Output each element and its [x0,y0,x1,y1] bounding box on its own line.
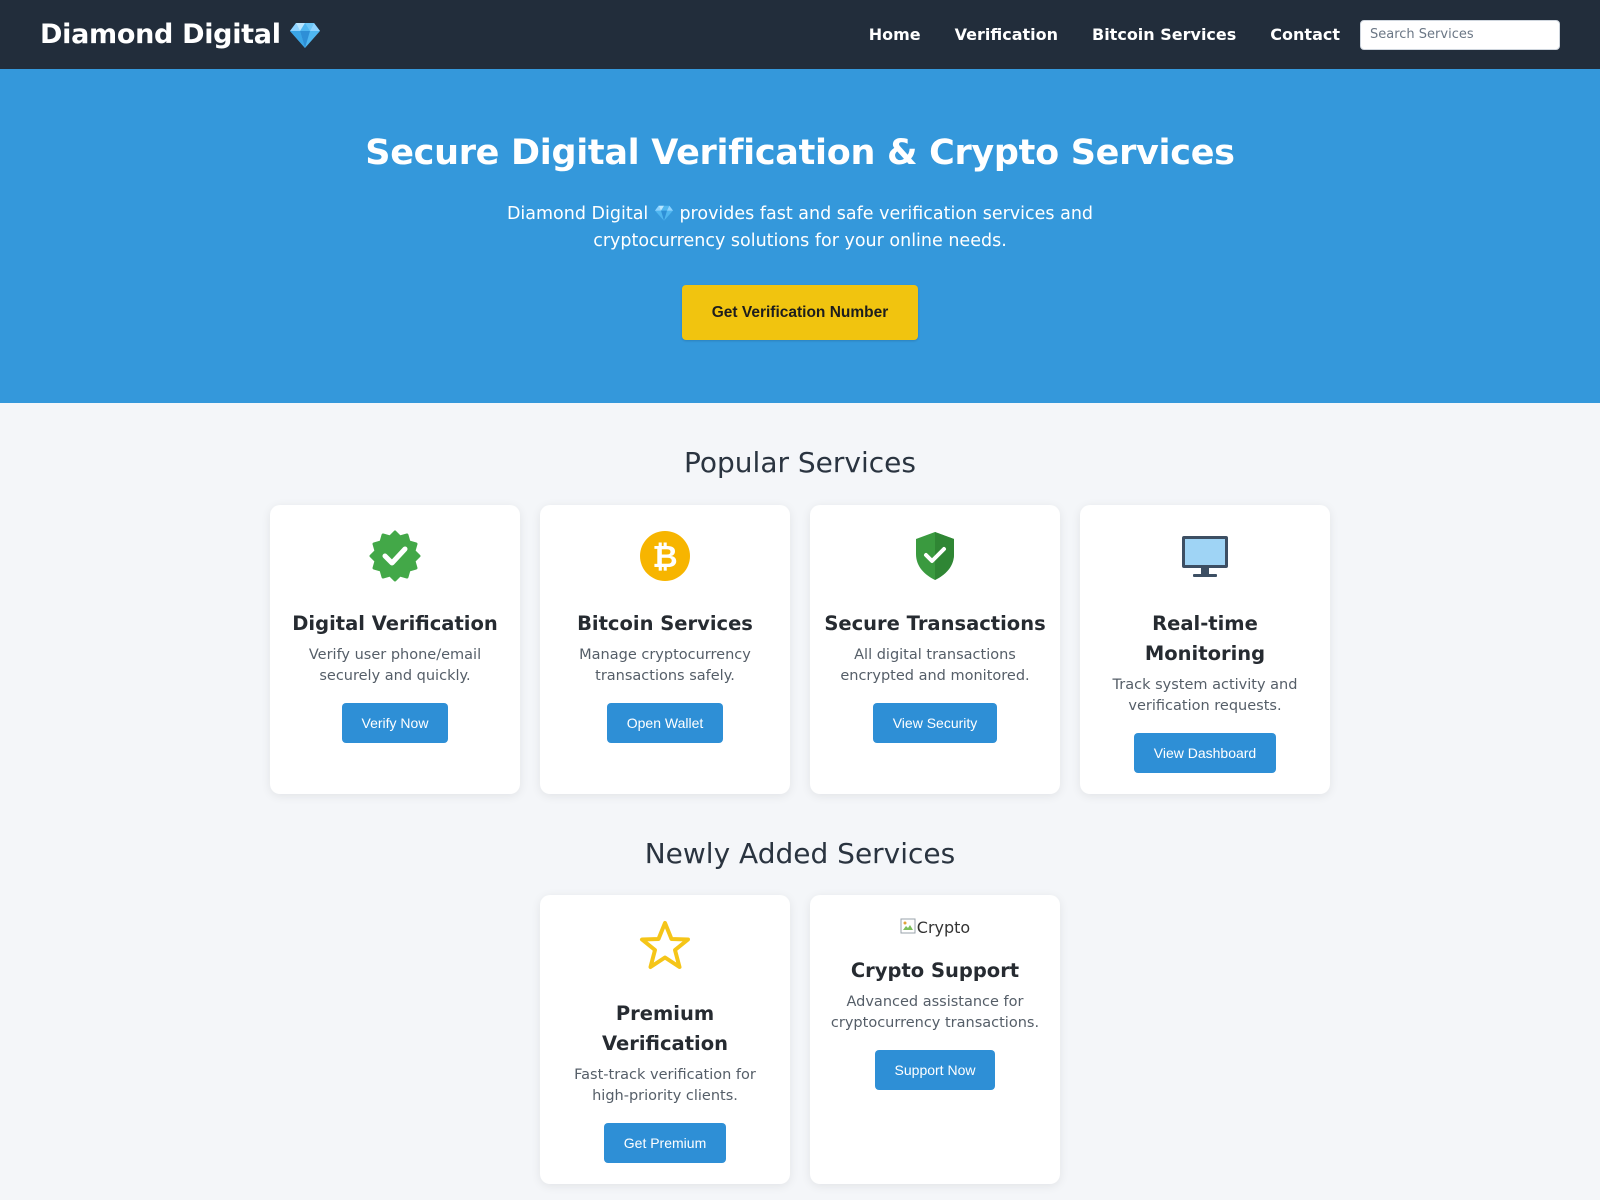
star-icon [554,919,776,973]
card-title: Bitcoin Services [577,612,753,635]
open-wallet-button[interactable]: Open Wallet [606,703,724,743]
nav-link-verification[interactable]: Verification [955,25,1058,44]
diamond-icon [654,204,674,222]
crypto-image: Crypto [900,918,970,942]
card-title: Premium Verification [601,1002,728,1055]
card-description: Manage cryptocurrency transactions safel… [579,647,751,684]
get-premium-button[interactable]: Get Premium [603,1123,727,1163]
card-description: All digital transactions encrypted and m… [840,647,1030,684]
service-card-premium-verification: Premium Verification Fast-track verifica… [540,895,790,1184]
card-title: Secure Transactions [824,612,1046,635]
image-alt-text: Crypto [916,918,971,937]
service-card-realtime-monitoring: Real-time Monitoring Track system activi… [1080,505,1330,794]
nav-link-bitcoin-services[interactable]: Bitcoin Services [1092,25,1236,44]
section-title: Popular Services [684,446,916,479]
svg-text:₿: ₿ [652,539,677,575]
hero-subtitle-brand: Diamond Digital [506,204,649,224]
get-verification-number-button[interactable]: Get Verification Number [681,285,919,340]
card-description: Track system activity and verification r… [1112,677,1298,714]
brand-name: Diamond Digital [40,19,281,50]
service-card-digital-verification: Digital Verification Verify user phone/e… [270,505,520,794]
verified-badge-icon [284,529,506,583]
card-description: Fast-track verification for high-priorit… [574,1067,756,1104]
card-description: Advanced assistance for cryptocurrency t… [830,994,1040,1031]
card-title: Crypto Support [850,959,1020,982]
broken-image-icon [900,918,916,934]
nav-links: Home Verification Bitcoin Services Conta… [835,25,1340,44]
card-title: Digital Verification [292,612,498,635]
hero-title: Secure Digital Verification & Crypto Ser… [365,133,1235,173]
popular-services-section: Popular Services Digital Verification Ve… [0,403,1600,794]
hero-subtitle: Diamond Digital provides fast and safe v… [490,201,1110,255]
monitor-icon [1094,529,1316,583]
service-card-bitcoin-services: ₿ Bitcoin Services Manage cryptocurrency… [540,505,790,794]
newly-added-services-section: Newly Added Services Premium Verificatio… [0,837,1600,1184]
view-dashboard-button[interactable]: View Dashboard [1133,733,1277,773]
shield-check-icon [824,529,1046,583]
view-security-button[interactable]: View Security [872,703,998,743]
card-title: Real-time Monitoring [1144,612,1266,665]
top-navbar: Diamond Digital Home Verification Bitcoi… [0,0,1600,69]
verify-now-button[interactable]: Verify Now [341,703,449,743]
hero-banner: Secure Digital Verification & Crypto Ser… [0,69,1600,403]
nav-link-contact[interactable]: Contact [1270,25,1340,44]
support-now-button[interactable]: Support Now [874,1050,996,1090]
service-card-secure-transactions: Secure Transactions All digital transact… [810,505,1060,794]
card-grid: Digital Verification Verify user phone/e… [0,505,1600,794]
card-description: Verify user phone/email securely and qui… [308,647,482,684]
service-card-crypto-support: Crypto Crypto Support Advanced assistanc… [810,895,1060,1184]
card-grid: Premium Verification Fast-track verifica… [0,895,1600,1184]
section-title: Newly Added Services [644,837,956,870]
brand-logo[interactable]: Diamond Digital [40,19,321,50]
diamond-icon [289,20,321,50]
nav-link-home[interactable]: Home [869,25,921,44]
search-input[interactable] [1360,19,1560,50]
bitcoin-icon: ₿ [554,529,776,583]
